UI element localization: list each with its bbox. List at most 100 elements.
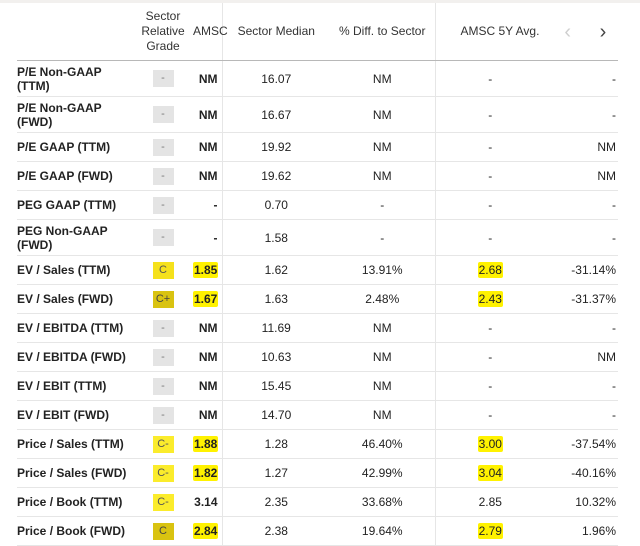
diff-to-sector-cell: NM [330,60,436,97]
metric-label: PEG GAAP (TTM) [17,190,133,220]
grade-badge: - [152,196,174,214]
chevron-right-icon[interactable]: › [594,22,612,42]
amsc-5y-avg-cell: - [435,219,545,256]
amsc-5y-avg-value: - [488,408,493,422]
table-row: P/E GAAP (FWD) - NM 19.62 NM - NM [17,161,618,191]
amsc-5y-avg-cell: 2.68 [435,255,545,285]
grade-badge: - [152,348,174,366]
sector-median-cell: 16.67 [222,96,330,133]
amsc-5y-avg-cell: - [435,96,545,133]
diff-to-sector-cell: 13.91% [330,255,436,285]
table-row: EV / EBIT (TTM) - NM 15.45 NM - - [17,371,618,401]
amsc-cell: NM [193,313,223,343]
grade-cell: C [133,516,193,546]
amsc-5y-avg-value: 3.00 [477,436,503,452]
table-row: EV / EBIT (FWD) - NM 14.70 NM - - [17,400,618,430]
next-column-cell: - [545,190,618,220]
grade-cell: - [133,400,193,430]
grade-cell: C+ [133,284,193,314]
amsc-5y-avg-cell: - [435,400,545,430]
metric-label: EV / EBIT (FWD) [17,400,133,430]
amsc-cell: NM [193,60,223,97]
amsc-5y-avg-cell: - [435,190,545,220]
amsc-cell: 1.82 [193,458,223,488]
sector-median-cell: 1.27 [222,458,330,488]
table-row: Price / Sales (FWD) C- 1.82 1.27 42.99% … [17,458,618,488]
amsc-5y-avg-cell: - [435,161,545,191]
sector-median-cell: 0.70 [222,190,330,220]
amsc-5y-avg-value: - [488,230,493,245]
amsc-cell: NM [193,400,223,430]
next-column-cell: -40.16% [545,458,618,488]
amsc-value: NM [198,350,218,364]
diff-to-sector-cell: 2.48% [330,284,436,314]
diff-to-sector-cell: 19.64% [330,516,436,546]
metric-label: P/E GAAP (TTM) [17,132,133,162]
sector-median-cell: 10.63 [222,342,330,372]
metric-label: EV / EBITDA (FWD) [17,342,133,372]
table-row: EV / Sales (FWD) C+ 1.67 1.63 2.48% 2.43… [17,284,618,314]
amsc-value: 1.67 [193,291,219,307]
amsc-cell: 1.88 [193,429,223,459]
sector-median-cell: 1.62 [222,255,330,285]
grade-cell: - [133,313,193,343]
amsc-5y-avg-cell: 2.85 [435,487,545,517]
table-header-row: Sector Relative Grade AMSC Sector Median… [17,3,618,61]
grade-cell: - [133,371,193,401]
table-row: EV / Sales (TTM) C 1.85 1.62 13.91% 2.68… [17,255,618,285]
grade-cell: - [133,132,193,162]
amsc-value: 2.84 [193,523,219,539]
diff-to-sector-cell: NM [330,342,436,372]
amsc-5y-avg-value: 2.43 [477,291,503,307]
next-column-cell: -31.14% [545,255,618,285]
grade-badge: - [152,229,174,246]
metric-label: Price / Sales (FWD) [17,458,133,488]
next-column-cell: -37.54% [545,429,618,459]
grade-cell: - [133,161,193,191]
table-row: Price / Book (TTM) C- 3.14 2.35 33.68% 2… [17,487,618,517]
grade-cell: C- [133,458,193,488]
amsc-cell: 1.67 [193,284,223,314]
amsc-5y-avg-cell: 3.00 [435,429,545,459]
amsc-5y-avg-cell: 2.79 [435,516,545,546]
amsc-cell: 3.14 [193,487,223,517]
table-row: P/E Non-GAAP (TTM) - NM 16.07 NM - - [17,60,618,97]
grade-badge: - [152,406,174,424]
header-nav: ‹ › [545,3,618,61]
diff-to-sector-cell: - [330,190,436,220]
sector-median-cell: 11.69 [222,313,330,343]
amsc-5y-avg-cell: - [435,313,545,343]
amsc-cell: - [193,190,223,220]
sector-median-cell: 1.58 [222,219,330,256]
sector-median-cell: 19.92 [222,132,330,162]
amsc-cell: NM [193,371,223,401]
amsc-5y-avg-value: 2.79 [477,523,503,539]
header-grade-line: Grade [146,39,180,53]
grade-badge: - [152,319,174,337]
diff-to-sector-cell: NM [330,371,436,401]
grade-cell: - [133,190,193,220]
grade-badge: C- [152,493,174,511]
next-column-cell: 10.32% [545,487,618,517]
diff-to-sector-cell: - [330,219,436,256]
amsc-cell: NM [193,96,223,133]
diff-to-sector-cell: NM [330,132,436,162]
amsc-5y-avg-value: 2.68 [477,262,503,278]
grade-badge: C- [152,464,174,482]
metric-label: P/E Non-GAAP (FWD) [17,96,133,133]
amsc-5y-avg-cell: - [435,342,545,372]
grade-badge: - [152,106,174,123]
amsc-value: 3.14 [194,495,218,509]
amsc-5y-avg-value: 3.04 [477,465,503,481]
grade-badge: C- [152,435,174,453]
table-row: EV / EBITDA (FWD) - NM 10.63 NM - NM [17,342,618,372]
grade-badge: - [152,138,174,156]
next-column-cell: -31.37% [545,284,618,314]
metric-label: Price / Sales (TTM) [17,429,133,459]
metric-label: PEG Non-GAAP (FWD) [17,219,133,256]
grade-cell: C [133,255,193,285]
metric-label: EV / Sales (FWD) [17,284,133,314]
amsc-5y-avg-value: - [488,140,493,154]
chevron-left-icon[interactable]: ‹ [559,22,577,42]
amsc-5y-avg-value: - [488,198,493,212]
